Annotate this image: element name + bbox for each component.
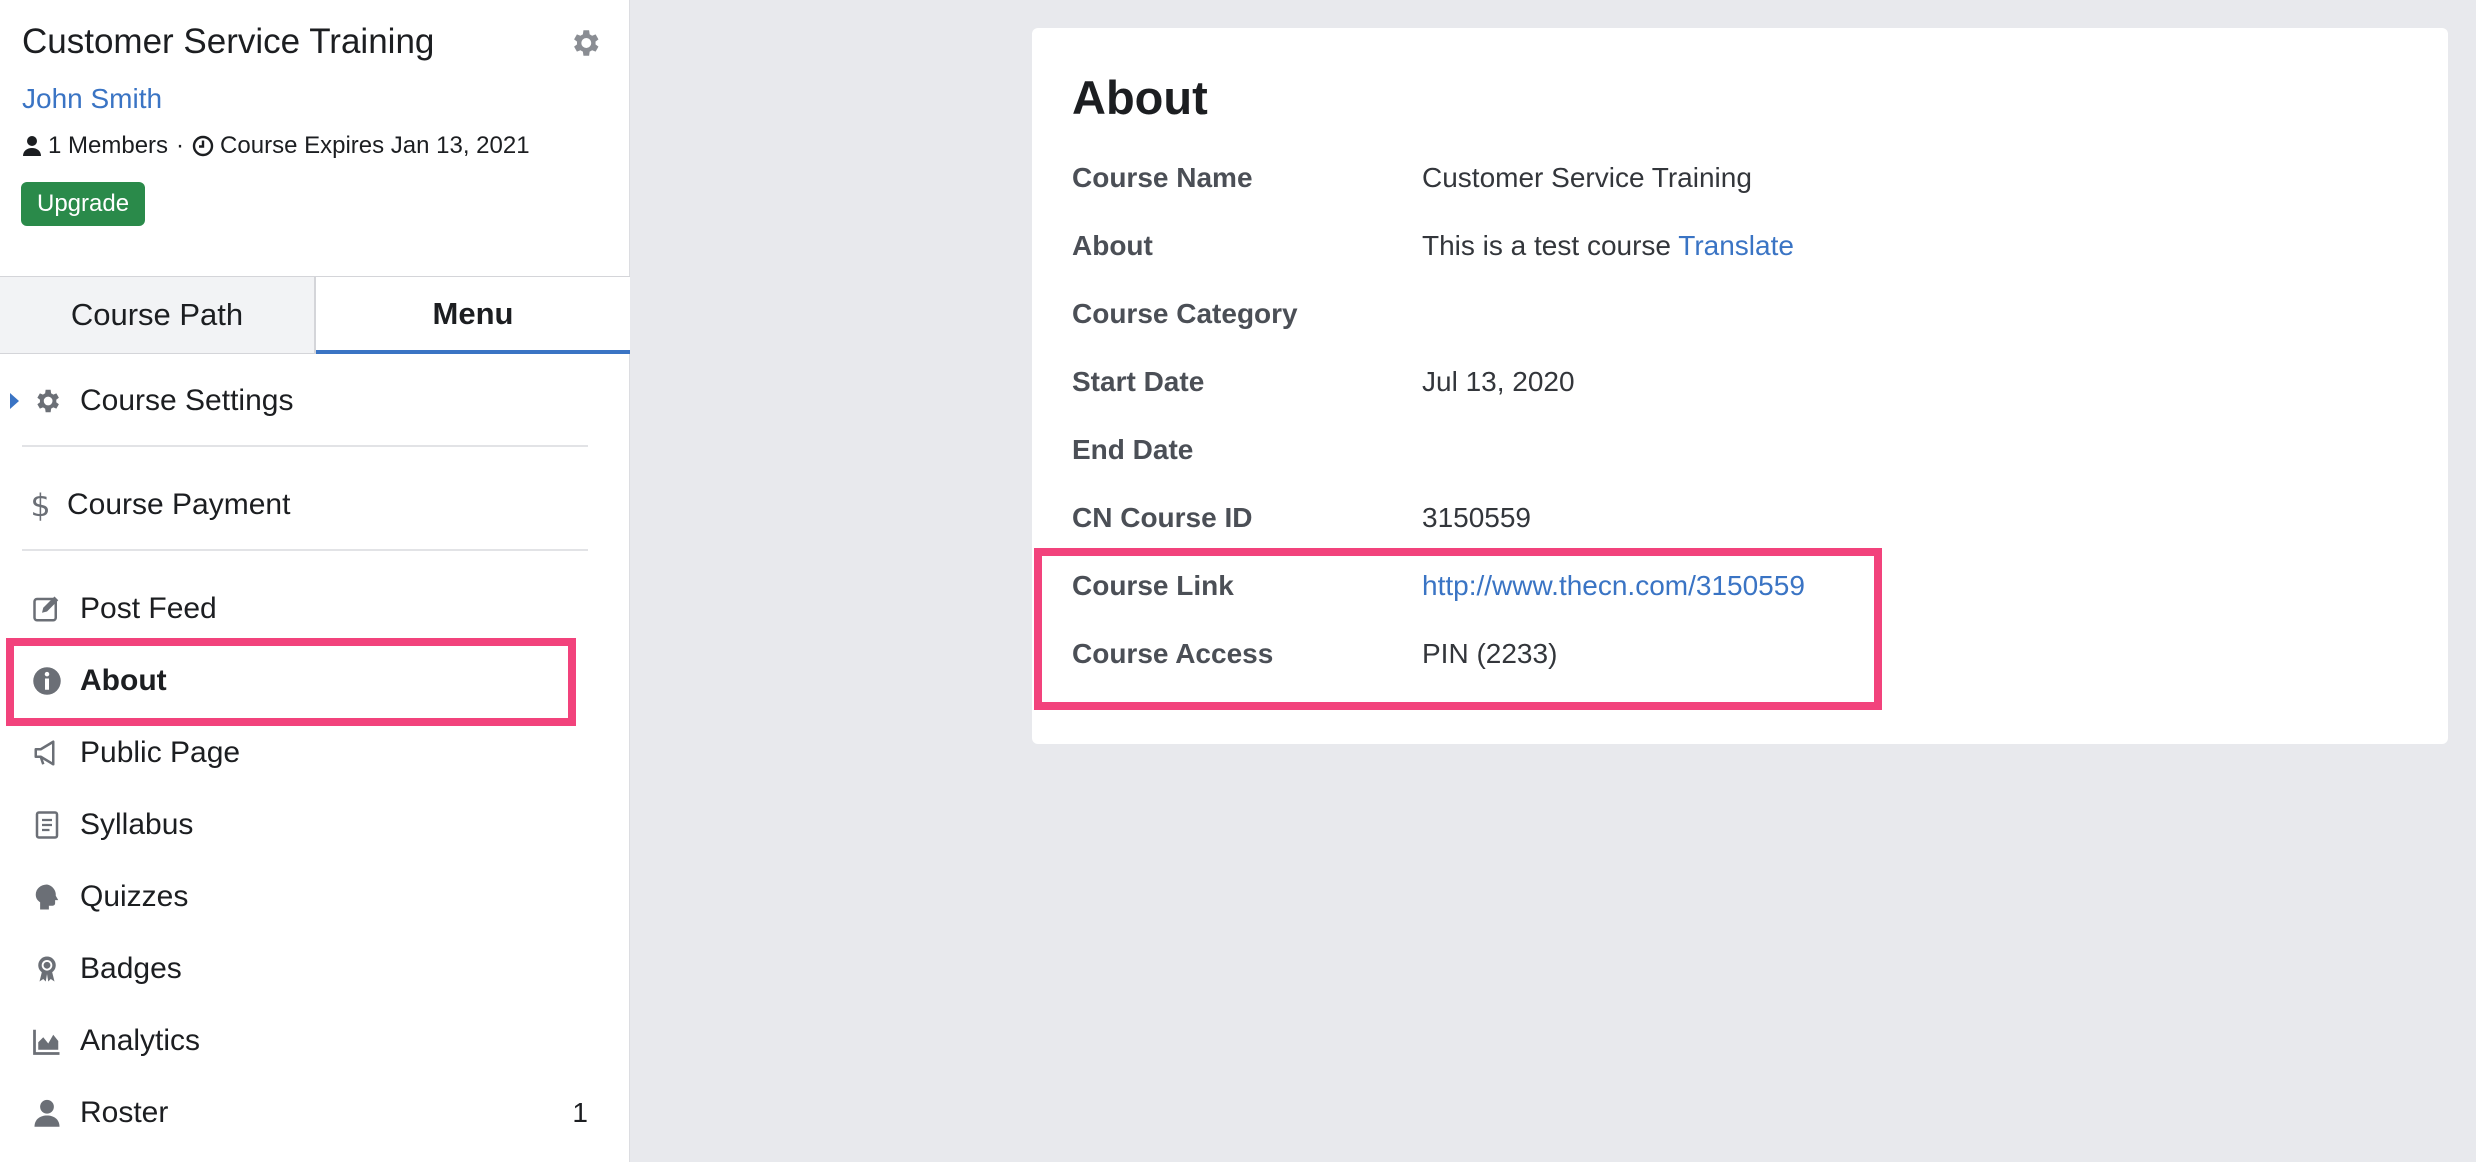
course-id-value: 3150559: [1422, 502, 1532, 533]
field-label: Course Name: [1072, 162, 1253, 193]
row-course-id: CN Course ID 3150559: [1072, 502, 2372, 542]
sidebar-item-label: Analytics: [80, 1024, 201, 1057]
upgrade-button[interactable]: Upgrade: [21, 182, 146, 226]
course-name-value: Customer Service Training: [1422, 162, 1752, 193]
row-course-name: Course Name Customer Service Training: [1072, 162, 2372, 202]
course-link-value: http://www.thecn.com/3150559: [1422, 570, 1805, 602]
page-title: About: [1072, 71, 1208, 124]
sidebar-item-label: Badges: [80, 952, 182, 985]
brain-icon: [30, 880, 64, 914]
translate-link[interactable]: Translate: [1678, 230, 1794, 261]
field-label: Course Category: [1072, 298, 1298, 329]
field-label: Course Access: [1072, 638, 1274, 669]
course-expiry: Course Expires Jan 13, 2021: [220, 132, 530, 159]
chart-icon: [30, 1024, 64, 1058]
row-start-date: Start Date Jul 13, 2020: [1072, 366, 2372, 406]
row-course-access: Course Access PIN (2233): [1072, 638, 2372, 678]
field-label: CN Course ID: [1072, 502, 1253, 533]
row-end-date: End Date: [1072, 434, 2372, 474]
sidebar-item-roster[interactable]: Roster 1: [0, 1083, 630, 1143]
edit-icon: [30, 592, 64, 626]
member-icon: [23, 136, 41, 156]
row-about: About This is a test course Translate: [1072, 230, 2372, 270]
field-label: Course Link: [1072, 570, 1234, 601]
sidebar-item-about[interactable]: About: [0, 651, 630, 711]
svg-text:$: $: [31, 488, 51, 522]
megaphone-icon: [30, 736, 64, 770]
info-icon: [30, 664, 64, 698]
sidebar-item-analytics[interactable]: Analytics: [0, 1011, 630, 1071]
sidebar: Customer Service Training John Smith 1 M…: [0, 0, 630, 1162]
sidebar-item-label: Course Payment: [67, 488, 291, 521]
sidebar-item-label: Roster: [80, 1096, 169, 1129]
course-link[interactable]: http://www.thecn.com/3150559: [1422, 570, 1805, 601]
sidebar-item-label: About: [80, 664, 167, 697]
field-label: End Date: [1072, 434, 1194, 465]
course-title: Customer Service Training: [22, 22, 435, 61]
menu-divider: [22, 549, 588, 551]
course-settings-gear-icon[interactable]: [568, 26, 602, 60]
meta-separator: ·: [176, 132, 185, 159]
sidebar-item-course-payment[interactable]: $ Course Payment: [0, 475, 630, 535]
caret-right-icon: [10, 393, 19, 409]
course-access-value: PIN (2233): [1422, 638, 1558, 669]
sidebar-item-label: Public Page: [80, 736, 241, 769]
row-course-category: Course Category: [1072, 298, 2372, 338]
sidebar-item-quizzes[interactable]: Quizzes: [0, 867, 630, 927]
sidebar-item-public-page[interactable]: Public Page: [0, 723, 630, 783]
sidebar-item-syllabus[interactable]: Syllabus: [0, 795, 630, 855]
field-label: Start Date: [1072, 366, 1205, 397]
owner-link[interactable]: John Smith: [22, 83, 162, 115]
about-card: About Course Name Customer Service Train…: [1032, 28, 2448, 744]
gear-icon: [30, 384, 64, 418]
about-text: This is a test course: [1422, 230, 1671, 261]
row-course-link: Course Link http://www.thecn.com/3150559: [1072, 570, 2372, 610]
menu-divider: [22, 445, 588, 447]
dollar-icon: $: [22, 488, 56, 522]
sidebar-item-label: Course Settings: [80, 384, 294, 417]
sidebar-item-course-settings[interactable]: Course Settings: [0, 371, 630, 431]
sidebar-tabs: Course Path Menu: [0, 276, 630, 354]
sidebar-item-post-feed[interactable]: Post Feed: [0, 579, 630, 639]
field-label: About: [1072, 230, 1153, 261]
start-date-value: Jul 13, 2020: [1422, 366, 1575, 397]
roster-count: 1: [572, 1097, 588, 1128]
tab-menu[interactable]: Menu: [316, 277, 630, 354]
clock-icon: [192, 135, 214, 157]
user-icon: [30, 1096, 64, 1130]
sidebar-item-label: Quizzes: [80, 880, 189, 913]
course-meta: 1 Members · Course Expires Jan 13, 2021: [22, 132, 530, 160]
members-count: 1 Members: [48, 132, 169, 159]
tab-course-path[interactable]: Course Path: [0, 277, 316, 354]
about-value: This is a test course Translate: [1422, 230, 1794, 262]
sidebar-item-label: Post Feed: [80, 592, 217, 625]
badge-icon: [30, 952, 64, 986]
sidebar-item-label: Syllabus: [80, 808, 194, 841]
sidebar-item-badges[interactable]: Badges: [0, 939, 630, 999]
document-icon: [30, 808, 64, 842]
